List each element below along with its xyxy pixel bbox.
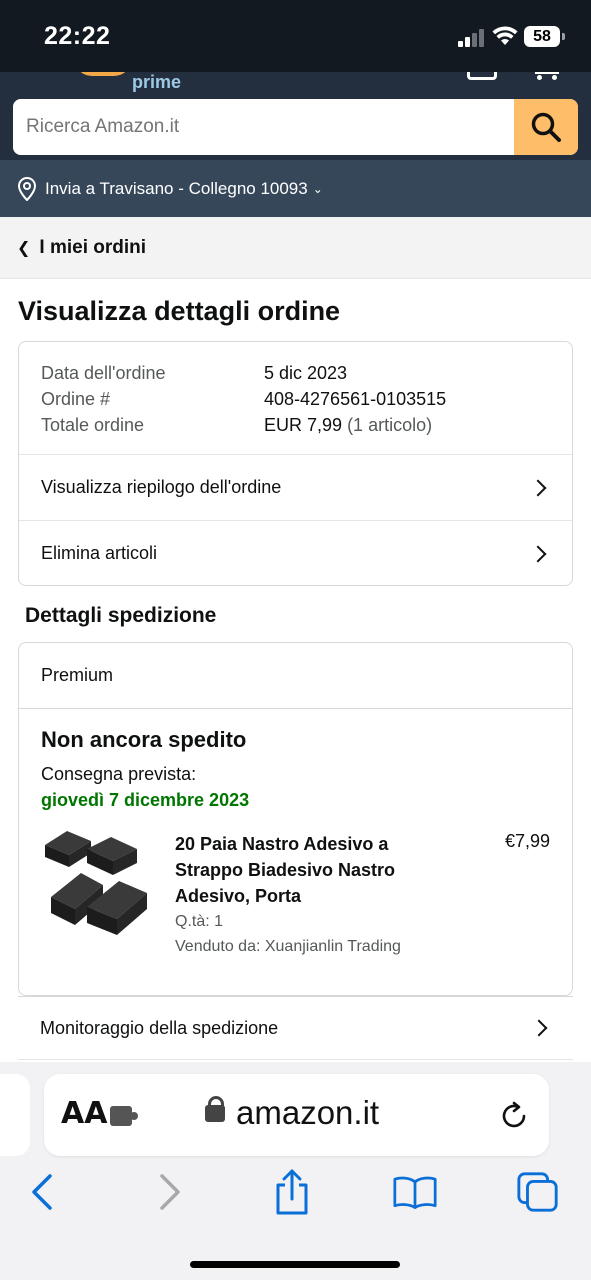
- amazon-logo[interactable]: [74, 72, 132, 76]
- search-box: [13, 99, 578, 155]
- order-number-label: Ordine #: [41, 389, 111, 409]
- chevron-right-icon: [529, 545, 547, 562]
- back-arrow-icon: [32, 1174, 52, 1210]
- shipment-details: Non ancora spedito Consegna prevista: gi…: [19, 709, 572, 971]
- order-number-value: 408-4276561-0103515: [264, 389, 447, 409]
- shipment-card: Premium Non ancora spedito Consegna prev…: [18, 642, 573, 996]
- forward-button[interactable]: [148, 1170, 192, 1214]
- order-info: Data dell'ordine 5 dic 2023 Ordine # 408…: [19, 342, 572, 454]
- search-bar: [0, 92, 591, 160]
- browser-toolbar: AA amazon.it: [0, 1062, 591, 1280]
- product-quantity: Q.tà: 1: [175, 913, 224, 930]
- page-title: Visualizza dettagli ordine: [18, 296, 341, 326]
- expected-delivery-date: giovedì 7 dicembre 2023: [41, 790, 250, 810]
- view-order-summary-link[interactable]: Visualizza riepilogo dell'ordine: [19, 454, 572, 520]
- shipment-status: Non ancora spedito: [41, 727, 247, 752]
- bookmarks-icon: [393, 1176, 437, 1209]
- page-settings-button[interactable]: AA: [61, 1096, 107, 1131]
- order-item[interactable]: 20 Paia Nastro Adesivo a Strappo Biadesi…: [41, 831, 550, 971]
- forward-arrow-icon: [160, 1174, 180, 1210]
- prime-logo-text: prime: [132, 72, 182, 92]
- bookmarks-button[interactable]: [393, 1170, 437, 1214]
- cellular-signal-icon: [458, 29, 486, 47]
- breadcrumb-label: I miei ordini: [39, 236, 147, 258]
- amazon-header: prime: [0, 72, 591, 92]
- search-icon: [531, 112, 561, 142]
- product-image[interactable]: [41, 831, 153, 939]
- delete-items-link[interactable]: Elimina articoli: [19, 520, 572, 585]
- share-button[interactable]: [270, 1169, 314, 1215]
- order-date-value: 5 dic 2023: [264, 363, 348, 383]
- chevron-down-icon: ⌄: [312, 181, 323, 196]
- delete-items-label: Elimina articoli: [41, 543, 158, 563]
- shipping-section-title: Dettagli spedizione: [25, 604, 217, 627]
- home-indicator: [190, 1261, 400, 1268]
- order-date-label: Data dell'ordine: [41, 363, 166, 383]
- shipping-speed: Premium: [19, 643, 572, 709]
- delivery-location-text: Invia a Travisano - Collegno 10093: [45, 178, 308, 198]
- tabs-button[interactable]: [516, 1170, 560, 1214]
- wifi-icon: [492, 26, 518, 45]
- cart-icon[interactable]: [535, 72, 559, 80]
- product-price: €7,99: [504, 831, 550, 851]
- order-total-label: Totale ordine: [41, 415, 145, 435]
- clock: 22:22: [44, 22, 111, 50]
- order-info-card: Data dell'ordine 5 dic 2023 Ordine # 408…: [18, 341, 573, 586]
- chevron-right-icon: [530, 1019, 548, 1037]
- address-bar[interactable]: AA amazon.it: [44, 1074, 549, 1156]
- previous-tab-preview[interactable]: [0, 1074, 30, 1156]
- search-input[interactable]: [13, 99, 514, 155]
- account-icon[interactable]: [467, 72, 497, 80]
- tabs-icon: [517, 1172, 558, 1212]
- product-title-link[interactable]: 20 Paia Nastro Adesivo a Strappo Biadesi…: [175, 831, 435, 909]
- chevron-right-icon: [529, 479, 547, 496]
- status-bar: 22:22 58: [0, 0, 591, 72]
- product-seller: Venduto da: Xuanjianlin Trading: [175, 938, 401, 955]
- url-domain[interactable]: amazon.it: [236, 1094, 379, 1132]
- lock-icon: [205, 1096, 225, 1122]
- breadcrumb[interactable]: ❮ I miei ordini: [0, 217, 591, 279]
- order-total-value: EUR 7,99: [264, 415, 343, 435]
- location-pin-icon: [17, 176, 37, 201]
- expected-delivery-label: Consegna prevista:: [41, 764, 197, 784]
- delivery-location-bar[interactable]: Invia a Travisano - Collegno 10093 ⌄: [0, 160, 591, 217]
- chevron-left-icon: ❮: [17, 239, 31, 257]
- view-order-summary-label: Visualizza riepilogo dell'ordine: [41, 477, 282, 497]
- share-icon: [276, 1169, 308, 1215]
- search-button[interactable]: [514, 99, 578, 155]
- battery-icon: 58: [524, 26, 565, 47]
- reload-icon[interactable]: [499, 1100, 531, 1132]
- order-item-count: (1 articolo): [347, 415, 433, 435]
- track-shipment-label: Monitoraggio della spedizione: [40, 1017, 279, 1038]
- back-button[interactable]: [20, 1170, 64, 1214]
- track-shipment-link[interactable]: Monitoraggio della spedizione: [18, 996, 573, 1060]
- extensions-icon[interactable]: [110, 1106, 138, 1126]
